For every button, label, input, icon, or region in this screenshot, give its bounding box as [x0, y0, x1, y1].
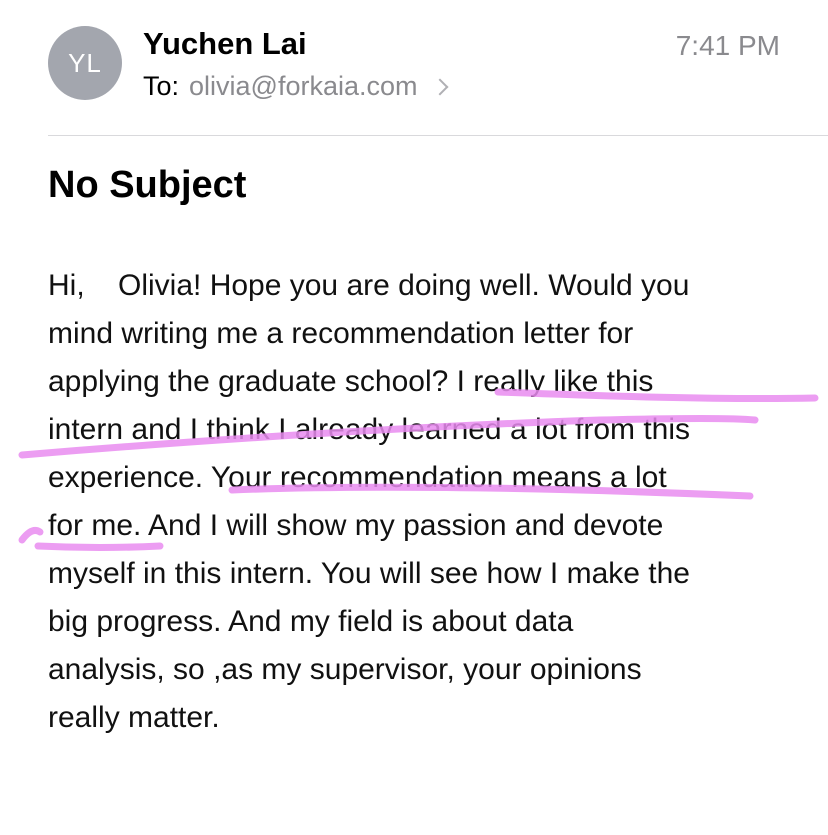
header-divider [48, 135, 828, 136]
body-line: analysis, so ,as my supervisor, your opi… [48, 653, 642, 686]
sender-avatar[interactable]: YL [48, 26, 122, 100]
email-header: YL Yuchen Lai 7:41 PM To: olivia@forkaia… [0, 0, 828, 136]
body-line: really matter. [48, 701, 220, 734]
sender-name[interactable]: Yuchen Lai [143, 26, 307, 62]
body-line: intern and I think I already learned a l… [48, 413, 691, 446]
to-label: To: [143, 71, 180, 101]
recipient-row[interactable]: To: olivia@forkaia.com [143, 71, 449, 102]
body-line: for me. And I will show my passion and d… [48, 509, 664, 542]
underline-stroke [18, 526, 44, 544]
recipient-address[interactable]: olivia@forkaia.com [189, 71, 418, 102]
body-line: applying the graduate school? I really l… [48, 365, 654, 398]
body-line: myself in this intern. You will see how … [48, 557, 690, 590]
email-body: Hi, Olivia! Hope you are doing well. Wou… [48, 262, 788, 742]
body-line: big progress. And my field is about data [48, 605, 574, 638]
email-time: 7:41 PM [675, 30, 780, 61]
body-line: mind writing me a recommendation letter … [48, 317, 634, 350]
chevron-right-icon[interactable] [431, 78, 449, 95]
email-subject: No Subject [48, 164, 247, 206]
body-line: Hi, Olivia! Hope you are doing well. Wou… [48, 269, 690, 302]
body-line: experience. Your recommendation means a … [48, 461, 667, 494]
